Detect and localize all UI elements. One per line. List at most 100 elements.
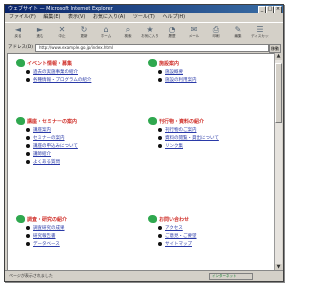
link[interactable]: 講座の申込みについて: [33, 143, 78, 149]
bullet-icon: [26, 152, 30, 156]
bullet-icon: [26, 226, 30, 230]
go-button[interactable]: 移動: [269, 44, 281, 53]
toolbar-button-9[interactable]: ⎙ 印刷: [207, 25, 225, 41]
toolbar-button-label: ディスカッション: [251, 34, 269, 38]
link[interactable]: 各種情報・プログラムの紹介: [33, 77, 91, 83]
link[interactable]: 施設の利用案内: [165, 77, 197, 83]
list-item: サイトマップ: [158, 240, 268, 248]
bullet-icon: [26, 242, 30, 246]
toolbar-button-label: ホーム: [100, 34, 112, 38]
toolbar-button-label: 戻る: [14, 34, 22, 38]
toolbar-button-label: 履歴: [168, 34, 176, 38]
bullet-icon: [26, 234, 30, 238]
toolbar-button-3[interactable]: ↻ 更新: [75, 25, 93, 41]
list-item: 過去の実施事業の紹介: [26, 68, 136, 76]
content-section: 調査・研究の紹介 調査研究の成果 研究報告書データベース: [16, 214, 136, 248]
toolbar-button-8[interactable]: ✉ メール: [185, 25, 203, 41]
list-item: アクセス: [158, 224, 268, 232]
toolbar-button-label: お気に入り: [141, 34, 159, 38]
link[interactable]: サイトマップ: [165, 241, 192, 247]
scroll-thumb[interactable]: [275, 63, 282, 123]
status-text: ページが表示されました: [9, 273, 53, 278]
link[interactable]: 施設概要: [165, 69, 183, 75]
menu-edit[interactable]: 編集(E): [43, 14, 60, 20]
bullet-icon: [26, 128, 30, 132]
scroll-up-icon[interactable]: ▲: [275, 53, 282, 60]
search-icon: ⌕: [125, 25, 131, 34]
vertical-scrollbar[interactable]: ▲ ▼: [274, 53, 282, 271]
link[interactable]: データベース: [33, 241, 60, 247]
page-content: イベント情報・募集 過去の実施事業の紹介 各種情報・プログラムの紹介 施設案内 施設概要…: [7, 53, 275, 271]
home-icon: ⌂: [103, 25, 109, 34]
list-item: 資料の閲覧・貸出について: [158, 134, 268, 142]
list-item: 講座の申込みについて: [26, 142, 136, 150]
section-header: イベント情報・募集: [16, 58, 136, 68]
section-header: 調査・研究の紹介: [16, 214, 136, 224]
toolbar-button-1[interactable]: ► 進む: [31, 25, 49, 41]
link[interactable]: 資料の閲覧・貸出について: [165, 135, 219, 141]
list-item: 研究報告書: [26, 232, 136, 240]
toolbar-button-11[interactable]: ☰ディスカッション: [251, 25, 269, 41]
stop-icon: ✕: [58, 25, 66, 34]
link[interactable]: よくある質問: [33, 159, 60, 165]
toolbar-button-2[interactable]: ✕ 中止: [53, 25, 71, 41]
toolbar-button-label: 印刷: [212, 34, 220, 38]
address-input[interactable]: http://www.example.go.jp/index.html: [35, 44, 269, 52]
leaf-icon: [148, 215, 157, 223]
menu-bar: ファイル(F) 編集(E) 表示(V) お気に入り(A) ツール(T) ヘルプ(…: [5, 13, 283, 22]
list-item: よくある質問: [26, 158, 136, 166]
security-zone: インターネット: [209, 273, 253, 280]
toolbar-button-10[interactable]: ✎ 編集: [229, 25, 247, 41]
menu-favorites[interactable]: お気に入り(A): [93, 14, 125, 20]
toolbar-button-6[interactable]: ★ お気に入り: [141, 25, 159, 41]
print-icon: ⎙: [212, 25, 220, 34]
leaf-icon: [16, 59, 25, 67]
toolbar-button-4[interactable]: ⌂ ホーム: [97, 25, 115, 41]
list-item: ご意見・ご要望: [158, 232, 268, 240]
link[interactable]: 刊行物のご案内: [165, 127, 197, 133]
toolbar-button-label: 検索: [124, 34, 132, 38]
menu-tools[interactable]: ツール(T): [133, 14, 155, 20]
link[interactable]: 過去の実施事業の紹介: [33, 69, 78, 75]
list-item: 施設概要: [158, 68, 268, 76]
content-section: お問い合わせ アクセス ご意見・ご要望 サイトマップ: [148, 214, 268, 248]
toolbar-button-7[interactable]: ◔ 履歴: [163, 25, 181, 41]
link[interactable]: 講座案内: [33, 127, 51, 133]
favorites-icon: ★: [146, 25, 154, 34]
bullet-icon: [158, 226, 162, 230]
mail-icon: ✉: [190, 25, 198, 34]
list-item: データベース: [26, 240, 136, 248]
title-bar: ウェブサイト — Microsoft Internet Explorer _ □…: [5, 5, 283, 14]
link[interactable]: リンク集: [165, 143, 183, 149]
link[interactable]: ご意見・ご要望: [165, 233, 197, 239]
list-item: 調査研究の成果: [26, 224, 136, 232]
toolbar-button-5[interactable]: ⌕ 検索: [119, 25, 137, 41]
bullet-icon: [158, 242, 162, 246]
address-bar: アドレス(D) http://www.example.go.jp/index.h…: [5, 43, 283, 53]
address-label: アドレス(D): [8, 45, 33, 50]
content-section: 刊行物・資料の紹介 刊行物のご案内 資料の閲覧・貸出について リンク集: [148, 116, 268, 150]
window-title: ウェブサイト — Microsoft Internet Explorer: [8, 6, 113, 12]
menu-help[interactable]: ヘルプ(H): [162, 14, 185, 20]
menu-view[interactable]: 表示(V): [68, 14, 85, 20]
list-item: 講座案内: [26, 126, 136, 134]
link[interactable]: 講師紹介: [33, 151, 51, 157]
link[interactable]: セミナーの案内: [33, 135, 65, 141]
edit-icon: ✎: [234, 25, 242, 34]
bullet-icon: [26, 160, 30, 164]
forward-icon: ►: [36, 25, 44, 34]
link[interactable]: 研究報告書: [33, 233, 56, 239]
toolbar-button-0[interactable]: ◄ 戻る: [9, 25, 27, 41]
toolbar-button-label: 中止: [58, 34, 66, 38]
menu-file[interactable]: ファイル(F): [9, 14, 36, 20]
bullet-icon: [26, 144, 30, 148]
toolbar-button-label: 更新: [80, 34, 88, 38]
bullet-icon: [26, 136, 30, 140]
toolbar-button-label: メール: [188, 34, 200, 38]
list-item: 講師紹介: [26, 150, 136, 158]
back-icon: ◄: [14, 25, 22, 34]
leaf-icon: [16, 215, 25, 223]
section-header: 講座・セミナーの案内: [16, 116, 136, 126]
link[interactable]: アクセス: [165, 225, 183, 231]
link[interactable]: 調査研究の成果: [33, 225, 65, 231]
